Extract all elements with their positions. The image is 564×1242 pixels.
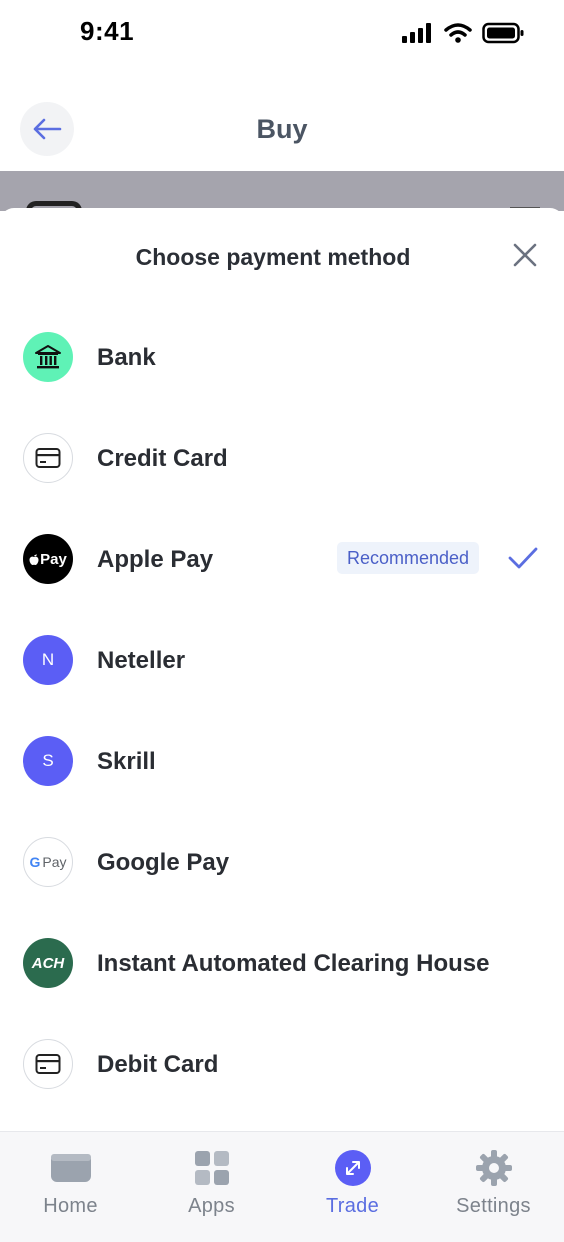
payment-method-label: Neteller <box>97 647 186 674</box>
google-pay-icon-text: Pay <box>42 854 67 870</box>
neteller-icon-text: N <box>41 650 55 669</box>
trade-icon <box>332 1148 374 1188</box>
status-bar: 9:41 <box>0 0 564 66</box>
tab-settings[interactable]: Settings <box>423 1132 564 1242</box>
apple-pay-icon: Pay <box>23 534 73 584</box>
payment-method-sheet: Choose payment method Bank Credit Card P… <box>0 208 564 1131</box>
payment-method-debit-card[interactable]: Debit Card <box>0 1019 564 1109</box>
neteller-icon: N <box>23 635 73 685</box>
payment-method-label: Skrill <box>97 748 156 775</box>
payment-method-label: Credit Card <box>97 445 228 472</box>
sheet-title: Choose payment method <box>135 244 411 270</box>
tab-label: Trade <box>325 1195 379 1217</box>
cellular-signal-icon <box>402 23 431 43</box>
payment-method-neteller[interactable]: N Neteller <box>0 615 564 705</box>
tab-label: Home <box>43 1195 98 1217</box>
payment-method-google-pay[interactable]: G Pay Google Pay <box>0 817 564 907</box>
page-header: Buy <box>0 92 564 168</box>
payment-method-label: Bank <box>97 344 156 371</box>
page-title: Buy <box>256 114 308 144</box>
apple-pay-icon-text: Pay <box>40 550 67 568</box>
skrill-icon-text: S <box>42 751 54 770</box>
payment-method-label: Debit Card <box>97 1051 219 1078</box>
wallet-icon <box>50 1148 92 1188</box>
card-icon <box>23 433 73 483</box>
payment-method-label: Instant Automated Clearing House <box>97 950 490 977</box>
payment-method-apple-pay[interactable]: Pay Apple Pay <box>0 514 564 604</box>
google-pay-icon: G Pay <box>23 837 73 887</box>
payment-method-credit-card[interactable]: Credit Card <box>0 413 564 503</box>
tab-trade[interactable]: Trade <box>282 1132 423 1242</box>
close-button[interactable] <box>510 240 540 270</box>
tab-apps[interactable]: Apps <box>141 1132 282 1242</box>
payment-method-label: Apple Pay <box>97 546 214 573</box>
wifi-icon <box>444 23 472 43</box>
tab-bar: Home Apps Trade Settings <box>0 1131 564 1242</box>
apps-grid-icon <box>191 1148 233 1188</box>
payment-method-skrill[interactable]: S Skrill <box>0 716 564 806</box>
checkmark-icon <box>508 547 538 569</box>
tab-label: Apps <box>188 1195 235 1217</box>
payment-method-bank[interactable]: Bank <box>0 312 564 402</box>
tab-home[interactable]: Home <box>0 1132 141 1242</box>
payment-method-label: Google Pay <box>97 849 230 876</box>
ach-icon: ACH <box>23 938 73 988</box>
recommended-badge: Recommended <box>337 542 480 574</box>
bank-icon <box>23 332 73 382</box>
card-icon <box>23 1039 73 1089</box>
dimmed-background[interactable] <box>0 171 564 211</box>
status-icons <box>402 22 524 44</box>
battery-icon <box>482 22 524 44</box>
skrill-icon: S <box>23 736 73 786</box>
status-time: 9:41 <box>80 16 135 46</box>
payment-method-ach[interactable]: ACH Instant Automated Clearing House <box>0 918 564 1008</box>
ach-icon-text: ACH <box>31 954 65 972</box>
gear-icon <box>473 1148 515 1188</box>
close-icon <box>513 243 537 267</box>
tab-label: Settings <box>456 1195 531 1217</box>
